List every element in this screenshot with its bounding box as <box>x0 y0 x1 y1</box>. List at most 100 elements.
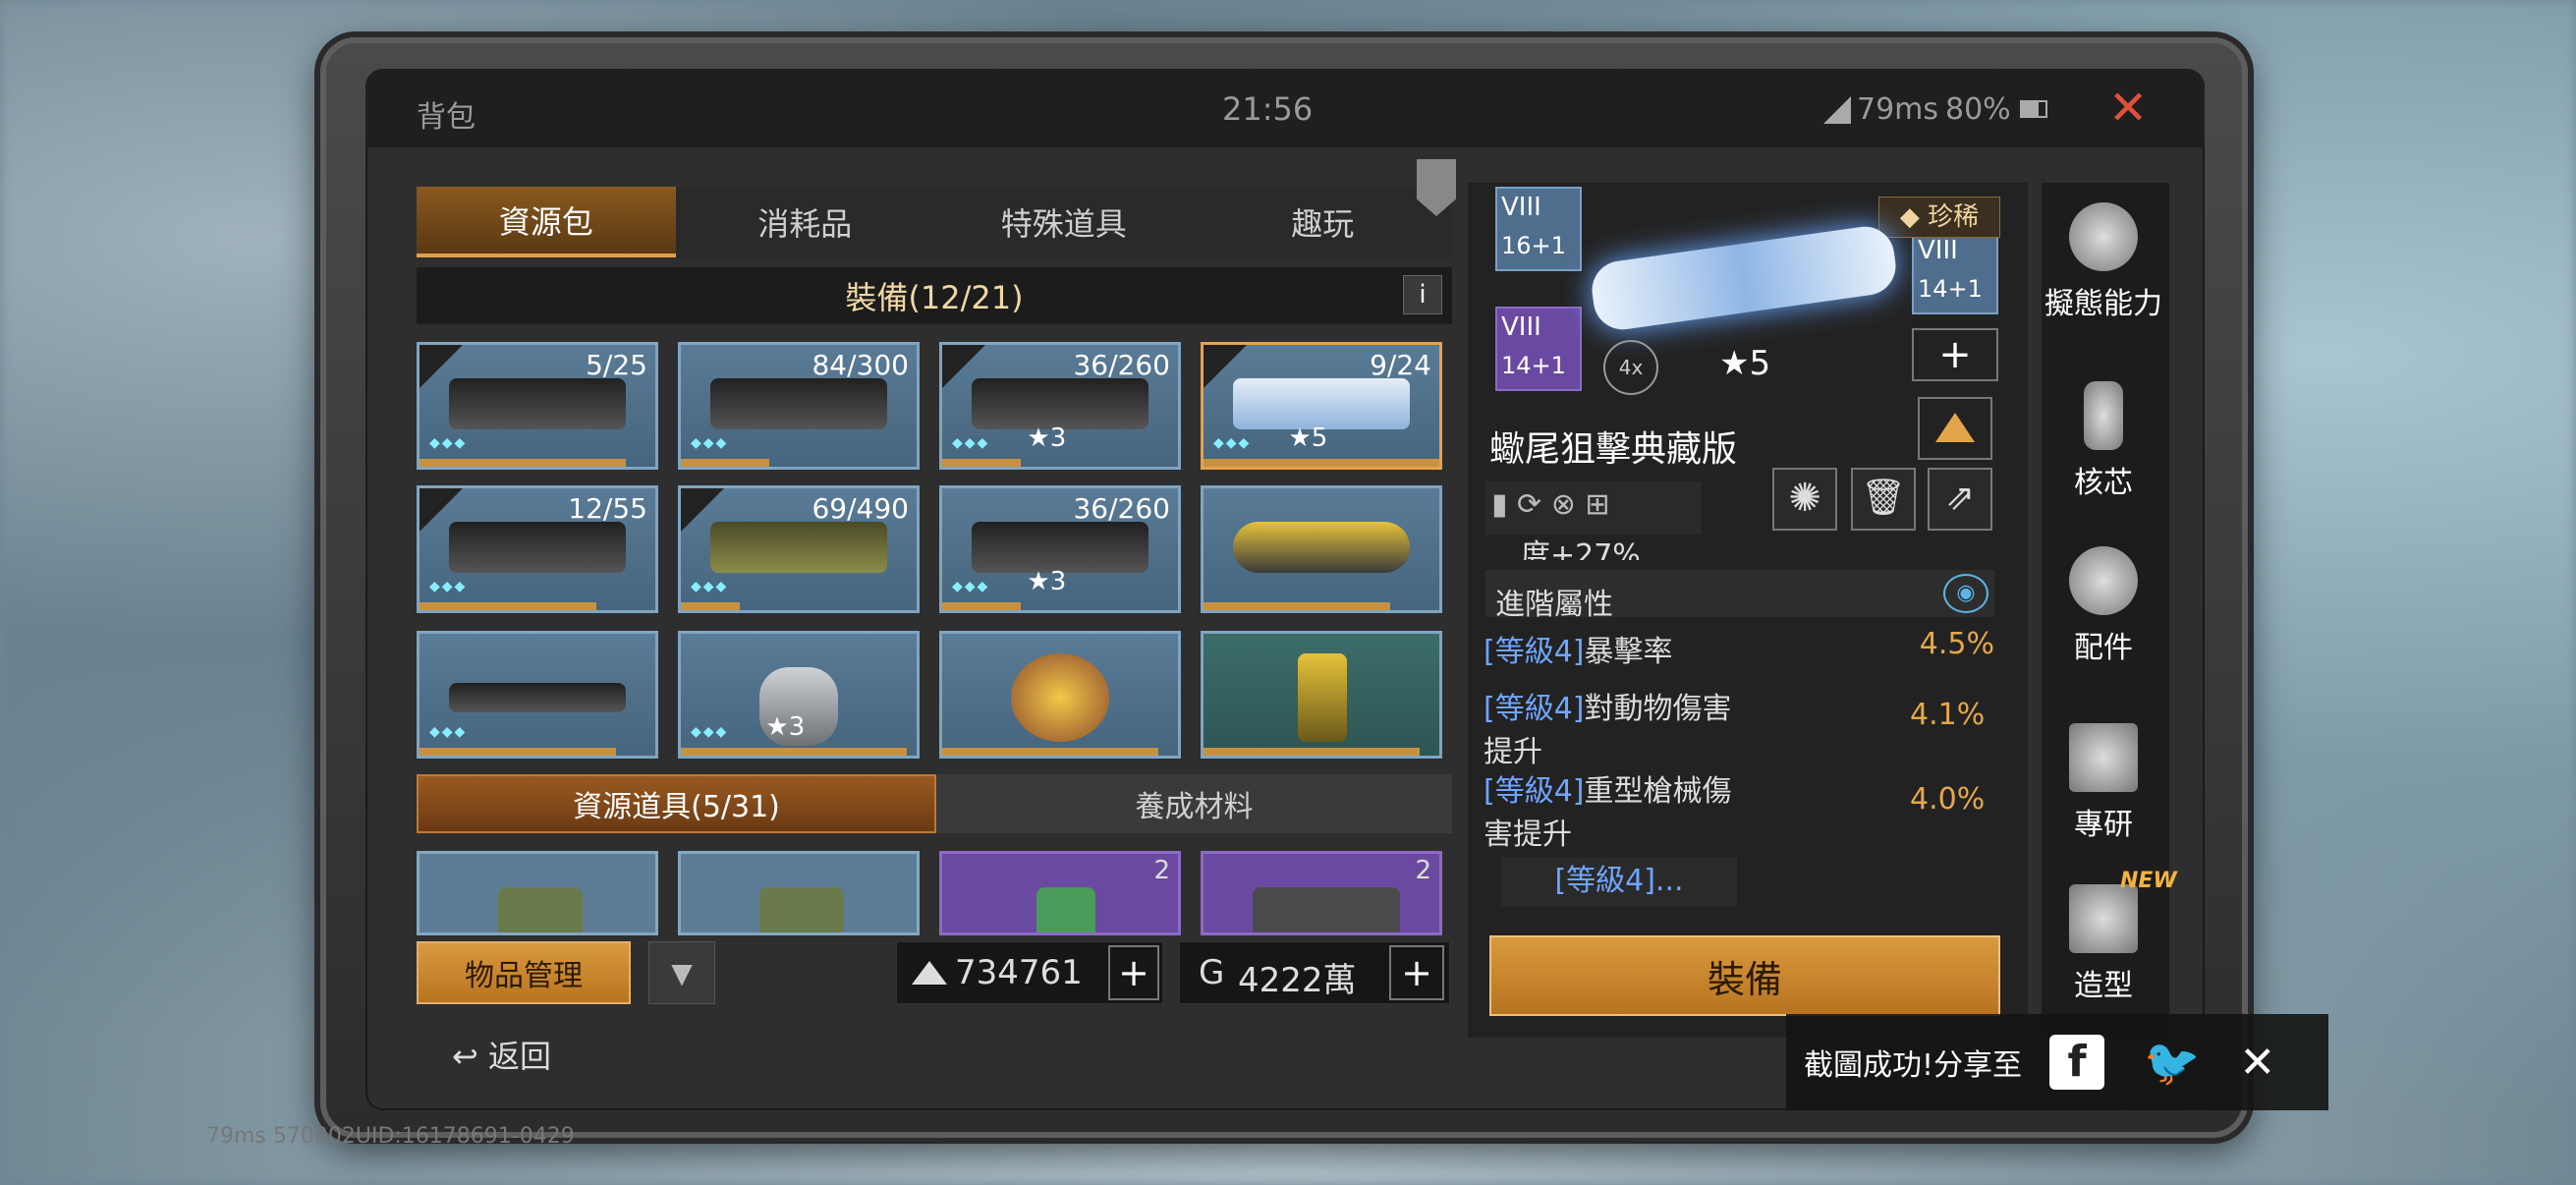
item-card[interactable]: 12/55 ◆◆◆ <box>417 485 658 613</box>
attachment-slot[interactable]: VIII 16+1 <box>1495 187 1582 271</box>
resource-card[interactable]: 2 <box>1201 851 1442 935</box>
gem-slots: ◆◆◆ <box>952 579 990 594</box>
progress-bar <box>420 459 626 467</box>
attr-more: [等級4]... <box>1501 857 1737 906</box>
gem-slots: ◆◆◆ <box>691 435 729 451</box>
slot-level: 16+1 <box>1501 232 1566 259</box>
item-card[interactable]: 5/25 ◆◆◆ <box>417 342 658 470</box>
resource-subtabs: 資源道具(5/31) 養成材料 <box>417 774 1452 833</box>
game-screen: { "status":{"title":"背包","time":"21:56",… <box>0 0 2576 1185</box>
eye-toggle-icon[interactable]: ◉ <box>1943 574 1988 613</box>
back-icon: ↩ <box>452 1038 488 1075</box>
currency-gold-value: 734761 <box>955 953 1083 992</box>
side-item-research[interactable]: 專研 <box>2038 723 2169 843</box>
gold-icon <box>912 961 947 985</box>
item-card[interactable]: 36/260 ◆◆◆ ★3 <box>939 485 1181 613</box>
uid-text: 79ms 570002UID:16178691-0429 <box>206 1124 575 1149</box>
slot-level: 14+1 <box>1501 352 1566 379</box>
item-count: 36/260 <box>1073 349 1170 381</box>
item-count: 69/490 <box>812 492 909 525</box>
panel-title: 背包 <box>417 100 476 135</box>
progress-bar <box>681 602 740 610</box>
back-button[interactable]: ↩ 返回 <box>452 1032 551 1077</box>
currency-coin-value: 4222萬 <box>1238 961 1357 1000</box>
side-item-mimicry[interactable]: 擬態能力 <box>2038 202 2169 322</box>
attr-tag: [等級4] <box>1484 774 1585 809</box>
add-attachment-button[interactable]: + <box>1912 328 1998 381</box>
attr-value: 4.5% <box>1919 627 1994 661</box>
progress-bar <box>942 459 1021 467</box>
facebook-icon[interactable]: f <box>2049 1035 2105 1090</box>
screenshot-toast: 截圖成功!分享至 f 🐦 ✕ <box>1786 1014 2328 1110</box>
attachment-slot[interactable]: VIII 14+1 <box>1912 230 1998 314</box>
item-count: 12/55 <box>568 492 647 525</box>
toast-close-icon[interactable]: ✕ <box>2239 1038 2275 1088</box>
add-gold-button[interactable]: + <box>1108 945 1159 1000</box>
delete-button[interactable]: 🗑 <box>1851 468 1916 531</box>
share-button[interactable]: ⇗ <box>1928 468 1992 531</box>
side-item-attachments[interactable]: 配件 <box>2038 546 2169 666</box>
attachment-slot[interactable]: VIII 14+1 <box>1495 307 1582 391</box>
add-coin-button[interactable]: + <box>1389 945 1444 1000</box>
item-card[interactable]: ◆◆◆ <box>417 631 658 759</box>
item-card[interactable]: 84/300 ◆◆◆ <box>678 342 920 470</box>
resource-card[interactable] <box>417 851 658 935</box>
side-item-core[interactable]: 核芯 <box>2038 381 2169 501</box>
tab-consumables[interactable]: 消耗品 <box>676 187 935 257</box>
item-image <box>710 378 887 429</box>
item-count: 84/300 <box>812 349 909 381</box>
progress-bar <box>420 602 596 610</box>
item-image <box>449 378 626 429</box>
info-button[interactable]: i <box>1403 275 1442 314</box>
side-item-label: 配件 <box>2074 631 2133 665</box>
tab-resource-pack[interactable]: 資源包 <box>417 187 676 257</box>
weapon-stars: ★5 <box>1719 344 1771 383</box>
resource-card[interactable] <box>678 851 920 935</box>
side-item-label: 核芯 <box>2074 466 2133 500</box>
item-card[interactable] <box>1201 631 1442 759</box>
cut-attribute-text: 度+27% <box>1521 538 1641 560</box>
twitter-icon[interactable]: 🐦 <box>2144 1036 2200 1090</box>
side-item-label: 造型 <box>2074 969 2133 1003</box>
star-level-value: 5 <box>1311 423 1328 453</box>
tab-upgrade-materials[interactable]: 養成材料 <box>936 774 1452 833</box>
progress-bar <box>1204 459 1439 467</box>
side-item-appearance[interactable]: 造型 <box>2038 884 2169 1004</box>
tab-resource-items[interactable]: 資源道具(5/31) <box>417 774 936 833</box>
item-card[interactable] <box>939 631 1181 759</box>
item-card-selected[interactable]: 9/24 ◆◆◆ ★5 <box>1201 342 1442 470</box>
item-count: 2 <box>1415 856 1431 885</box>
tab-fun[interactable]: 趣玩 <box>1194 187 1453 257</box>
item-card[interactable]: ◆◆◆ ★3 <box>678 631 920 759</box>
close-icon[interactable]: ✕ <box>2108 81 2148 136</box>
attr-row: [等級4]對動物傷害提升 <box>1484 684 1739 769</box>
attr-tag: [等級4] <box>1484 635 1585 669</box>
equipment-header: 裝備(12/21) i <box>417 267 1452 324</box>
item-manage-button[interactable]: 物品管理 <box>417 941 631 1004</box>
equip-button[interactable]: 裝備 <box>1489 935 2000 1016</box>
crate-image <box>498 887 583 932</box>
toast-text: 截圖成功!分享至 <box>1804 1048 2023 1083</box>
progress-bar <box>942 602 1021 610</box>
attr-value: 4.1% <box>1910 698 1986 732</box>
back-label: 返回 <box>487 1038 551 1075</box>
tab-special-items[interactable]: 特殊道具 <box>934 187 1194 257</box>
filter-button[interactable]: ▼ <box>648 941 715 1004</box>
rarity-label: 珍稀 <box>1928 202 1980 232</box>
progress-bar <box>681 748 907 756</box>
clock: 21:56 <box>1222 90 1314 128</box>
progress-bar <box>420 748 616 756</box>
resource-card[interactable]: 2 <box>939 851 1181 935</box>
item-count: 36/260 <box>1073 492 1170 525</box>
star-level: ★3 <box>1027 567 1067 596</box>
star-level: ★3 <box>765 712 806 742</box>
crate-image <box>1253 887 1400 932</box>
settings-button[interactable]: ✺ <box>1772 468 1837 531</box>
item-card[interactable]: 36/260 ◆◆◆ ★3 <box>939 342 1181 470</box>
tag-icons: ▮ ⟳ ⊗ ⊞ <box>1485 481 1702 535</box>
gem-slots: ◆◆◆ <box>691 724 729 740</box>
battery-icon <box>2020 100 2047 118</box>
item-card[interactable]: 69/490 ◆◆◆ <box>678 485 920 613</box>
item-card[interactable] <box>1201 485 1442 613</box>
item-count: 2 <box>1153 856 1170 885</box>
